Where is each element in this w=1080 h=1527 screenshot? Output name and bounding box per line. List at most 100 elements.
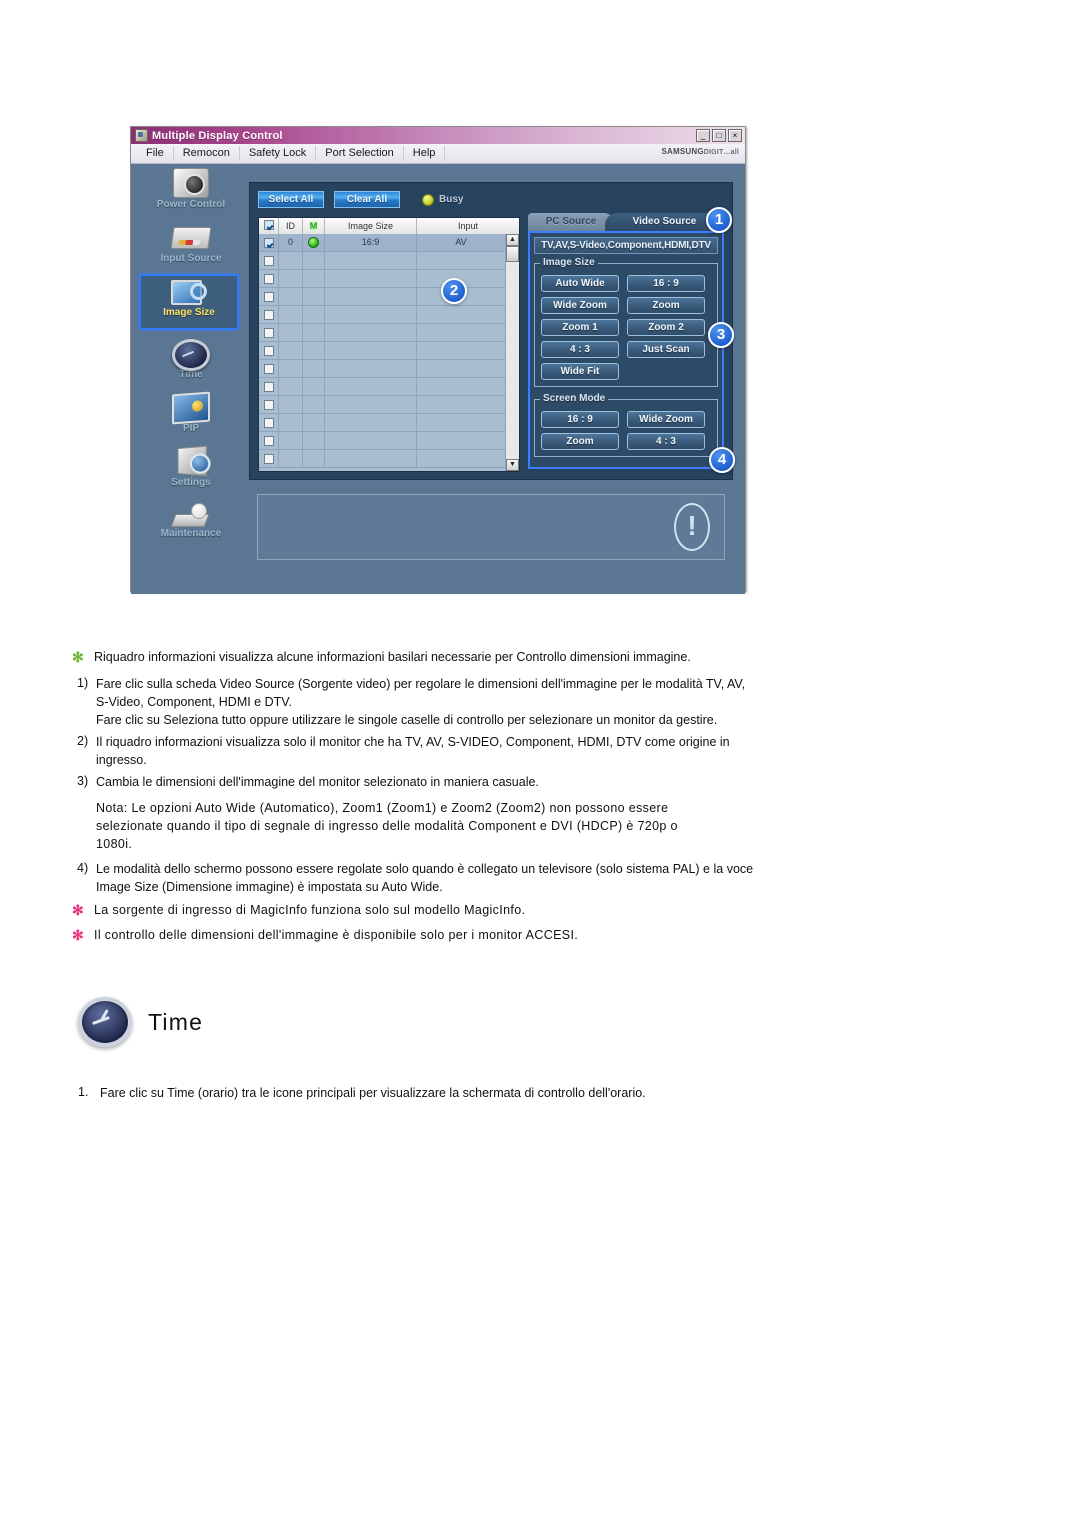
column-header-input[interactable]: Input [417, 218, 519, 234]
row-image-size: 16:9 [325, 234, 417, 251]
scrollbar-track[interactable] [506, 262, 519, 459]
table-row[interactable] [259, 306, 505, 324]
row-image-size [325, 288, 417, 305]
row-checkbox[interactable] [259, 378, 279, 395]
row-input [417, 252, 505, 269]
scrollbar-thumb[interactable] [506, 246, 519, 262]
row-id [279, 360, 303, 377]
table-row[interactable] [259, 360, 505, 378]
source-tabs: PC Source Video Source [528, 213, 724, 231]
table-scrollbar[interactable]: ▲ ▼ [505, 234, 519, 471]
table-row[interactable] [259, 432, 505, 450]
column-header-image-size[interactable]: Image Size [325, 218, 417, 234]
scroll-down-button[interactable]: ▼ [506, 459, 519, 471]
sidebar-item-settings[interactable]: Settings [143, 444, 239, 500]
table-row[interactable] [259, 396, 505, 414]
maintenance-icon [170, 503, 210, 527]
screen-mode-button-4-3[interactable]: 4 : 3 [627, 433, 705, 450]
row-checkbox[interactable] [259, 270, 279, 287]
menu-item-help[interactable]: Help [404, 146, 446, 161]
sidebar-label-image-size: Image Size [163, 307, 215, 318]
column-header-status[interactable]: M [303, 218, 325, 234]
table-row[interactable] [259, 414, 505, 432]
list-item-1-line-1: Fare clic sulla scheda Video Source (Sor… [96, 677, 746, 691]
nota-line-1: Nota: Le opzioni Auto Wide (Automatico),… [96, 801, 669, 815]
row-id [279, 378, 303, 395]
table-row[interactable] [259, 288, 505, 306]
source-panel: PC Source Video Source TV,AV,S-Video,Com… [528, 213, 724, 469]
row-id [279, 324, 303, 341]
callout-badge-4: 4 [709, 447, 735, 473]
table-row[interactable] [259, 252, 505, 270]
sidebar-item-image-size[interactable]: Image Size [139, 274, 239, 330]
row-image-size [325, 270, 417, 287]
row-input [417, 324, 505, 341]
table-row[interactable] [259, 450, 505, 468]
row-checkbox[interactable] [259, 450, 279, 467]
image-size-icon [171, 278, 207, 306]
button-just-scan[interactable]: Just Scan [627, 341, 705, 358]
menu-item-safety-lock[interactable]: Safety Lock [240, 146, 317, 161]
column-header-id[interactable]: ID [279, 218, 303, 234]
row-checkbox[interactable] [259, 360, 279, 377]
row-input [417, 342, 505, 359]
row-status-led [303, 450, 325, 467]
sidebar-item-pip[interactable]: PIP [143, 390, 239, 446]
monitor-table: ID M Image Size Input 0 16:9 AV ▲ ▼ [258, 217, 520, 472]
row-image-size [325, 414, 417, 431]
star-bullet-icon: ✻ [72, 902, 84, 918]
sidebar-item-power-control[interactable]: Power Control [143, 166, 239, 222]
sidebar-item-time[interactable]: Time [143, 336, 239, 392]
clear-all-button[interactable]: Clear All [334, 191, 400, 208]
sidebar-item-maintenance[interactable]: Maintenance [143, 498, 239, 554]
row-id [279, 414, 303, 431]
button-zoom-1[interactable]: Zoom 1 [541, 319, 619, 336]
button-zoom[interactable]: Zoom [627, 297, 705, 314]
table-row[interactable] [259, 324, 505, 342]
star-bullet-icon: ✻ [72, 649, 84, 665]
screen-mode-button-zoom[interactable]: Zoom [541, 433, 619, 450]
menu-item-file[interactable]: File [137, 146, 174, 161]
row-checkbox[interactable] [259, 252, 279, 269]
scroll-up-button[interactable]: ▲ [506, 234, 519, 246]
sidebar-label-pip: PIP [182, 423, 200, 434]
list-item-2-line-1: Il riquadro informazioni visualizza solo… [96, 735, 730, 749]
button-4-3[interactable]: 4 : 3 [541, 341, 619, 358]
row-status-led [303, 234, 325, 251]
row-status-led [303, 252, 325, 269]
select-all-button[interactable]: Select All [258, 191, 324, 208]
sidebar-item-input-source[interactable]: Input Source [143, 220, 239, 276]
row-checkbox[interactable] [259, 414, 279, 431]
minimize-button[interactable]: _ [696, 129, 710, 142]
row-checkbox[interactable] [259, 396, 279, 413]
tab-pc-source[interactable]: PC Source [528, 213, 614, 231]
source-types-label: TV,AV,S-Video,Component,HDMI,DTV [534, 237, 718, 254]
menu-item-port-selection[interactable]: Port Selection [316, 146, 404, 161]
list-item-1-line-3: Fare clic su Seleziona tutto oppure util… [96, 713, 718, 727]
button-wide-fit[interactable]: Wide Fit [541, 363, 619, 380]
maximize-button[interactable]: □ [712, 129, 726, 142]
row-checkbox[interactable] [259, 234, 279, 251]
close-button[interactable]: × [728, 129, 742, 142]
button-16-9[interactable]: 16 : 9 [627, 275, 705, 292]
menu-item-remocon[interactable]: Remocon [174, 146, 240, 161]
table-row[interactable] [259, 378, 505, 396]
row-checkbox[interactable] [259, 306, 279, 323]
table-row[interactable] [259, 270, 505, 288]
table-row[interactable] [259, 342, 505, 360]
row-id [279, 432, 303, 449]
row-input [417, 306, 505, 323]
image-size-buttons: Auto Wide 16 : 9 Wide Zoom Zoom Zoom 1 Z… [541, 275, 711, 380]
button-zoom-2[interactable]: Zoom 2 [627, 319, 705, 336]
button-wide-zoom[interactable]: Wide Zoom [541, 297, 619, 314]
table-row[interactable]: 0 16:9 AV [259, 234, 505, 252]
row-status-led [303, 324, 325, 341]
row-checkbox[interactable] [259, 342, 279, 359]
row-checkbox[interactable] [259, 288, 279, 305]
column-header-checkbox[interactable] [259, 218, 279, 234]
screen-mode-button-wide-zoom[interactable]: Wide Zoom [627, 411, 705, 428]
row-checkbox[interactable] [259, 324, 279, 341]
screen-mode-button-16-9[interactable]: 16 : 9 [541, 411, 619, 428]
row-checkbox[interactable] [259, 432, 279, 449]
button-auto-wide[interactable]: Auto Wide [541, 275, 619, 292]
